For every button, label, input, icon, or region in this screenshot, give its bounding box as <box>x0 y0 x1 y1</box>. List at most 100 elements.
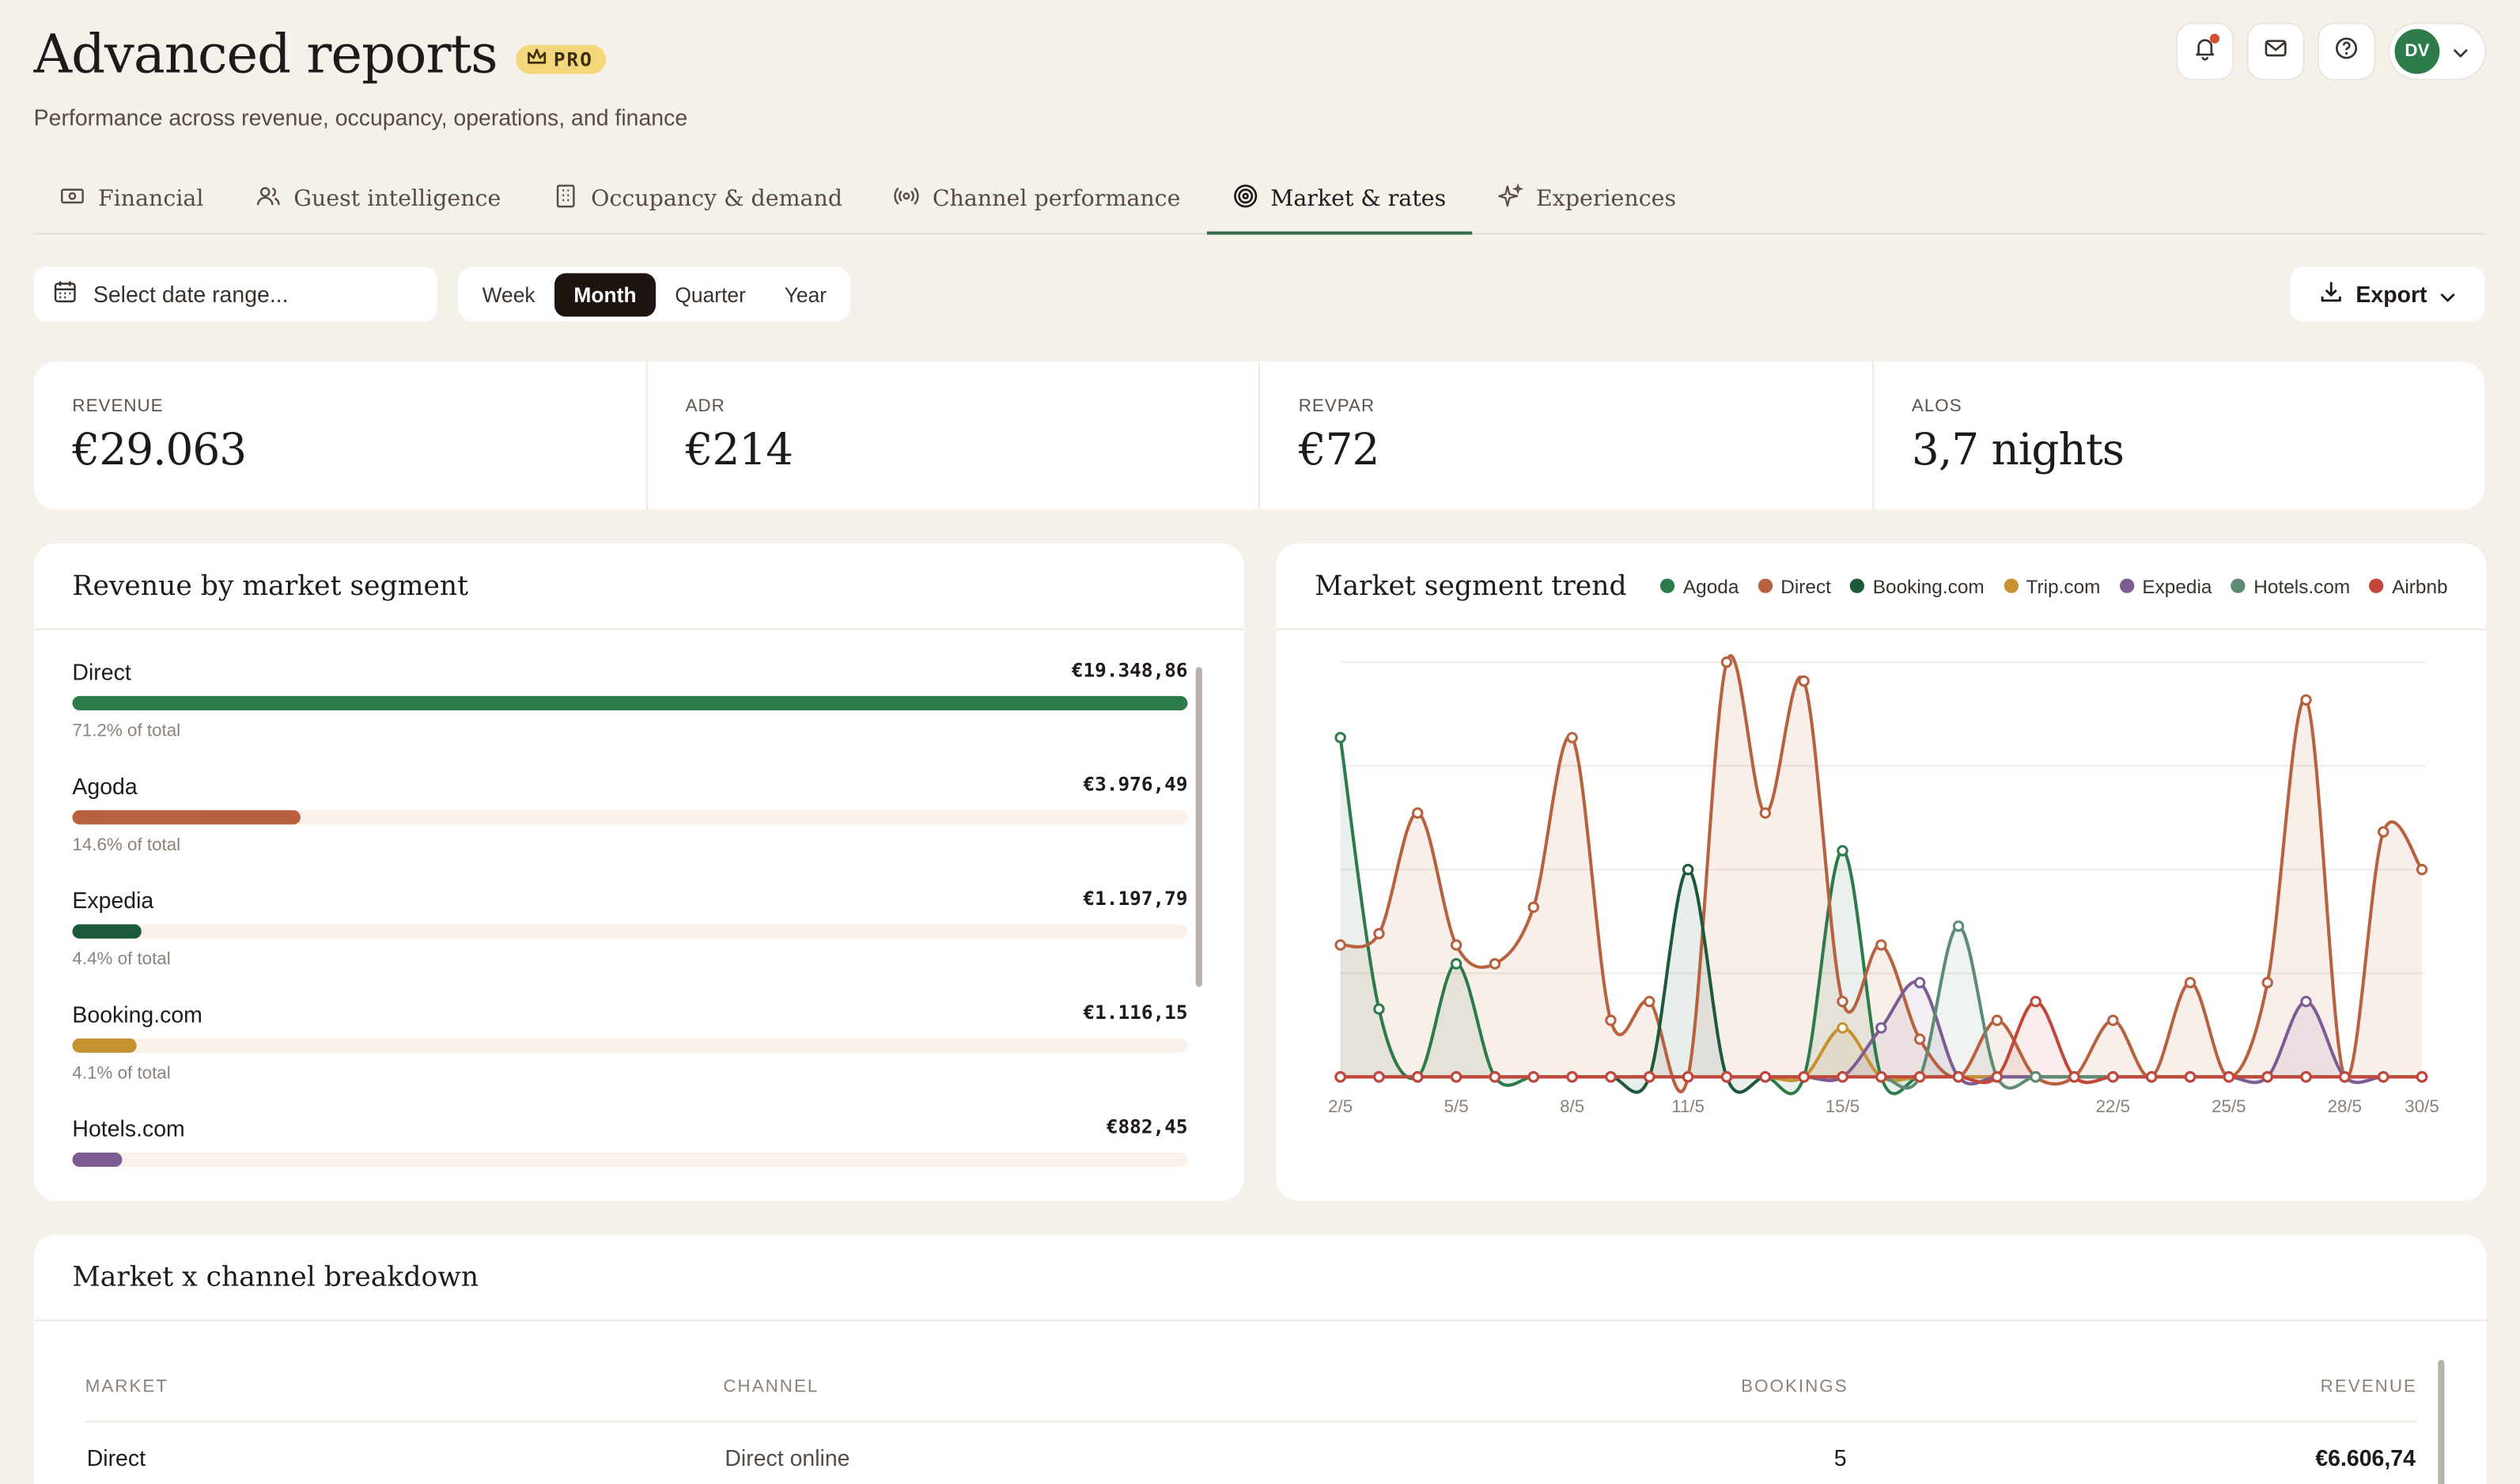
table-row[interactable]: Direct Direct online 5 €6.606,74 <box>85 1421 2417 1484</box>
data-point[interactable] <box>2145 1071 2158 1083</box>
data-point[interactable] <box>1605 1071 1617 1083</box>
data-point[interactable] <box>1489 958 1501 970</box>
data-point[interactable] <box>1991 1014 2004 1027</box>
data-point[interactable] <box>1644 1071 1655 1083</box>
data-point[interactable] <box>1798 1071 1810 1083</box>
legend-item[interactable]: Hotels.com <box>2231 574 2350 597</box>
data-point[interactable] <box>1450 939 1462 951</box>
data-point[interactable] <box>1759 807 1772 819</box>
tab-occupancy-demand[interactable]: Occupancy & demand <box>527 167 868 231</box>
data-point[interactable] <box>1913 1071 1926 1083</box>
data-point[interactable] <box>2107 1014 2119 1027</box>
data-point[interactable] <box>1450 1071 1462 1083</box>
data-point[interactable] <box>1412 1071 1424 1083</box>
data-point[interactable] <box>1913 1033 1926 1045</box>
column-header-channel[interactable]: CHANNEL <box>723 1353 1430 1422</box>
data-point[interactable] <box>1759 1071 1772 1083</box>
period-month[interactable]: Month <box>554 272 656 316</box>
legend-item[interactable]: Expedia <box>2119 574 2212 597</box>
data-point[interactable] <box>1875 1022 1887 1034</box>
data-point[interactable] <box>2184 977 2196 989</box>
data-point[interactable] <box>1412 807 1424 819</box>
data-point[interactable] <box>1952 920 1965 932</box>
data-point[interactable] <box>1991 1071 2004 1083</box>
data-point[interactable] <box>1334 732 1346 744</box>
data-point[interactable] <box>2378 826 2389 838</box>
tab-market-rates[interactable]: Market & rates <box>1205 167 1472 235</box>
segment-revenue-card: Revenue by market segment Direct €19.348,… <box>33 543 1244 1201</box>
data-point[interactable] <box>1566 1071 1578 1083</box>
data-point[interactable] <box>2261 1071 2273 1083</box>
data-point[interactable] <box>1566 732 1578 744</box>
breakdown-scrollbar[interactable] <box>2438 1359 2445 1484</box>
export-button[interactable]: Export <box>2290 267 2485 322</box>
period-week[interactable]: Week <box>463 272 554 316</box>
data-point[interactable] <box>2300 995 2312 1008</box>
data-point[interactable] <box>1605 1014 1617 1027</box>
data-point[interactable] <box>2378 1071 2389 1083</box>
data-point[interactable] <box>1373 1003 1385 1015</box>
data-point[interactable] <box>1527 1071 1539 1083</box>
data-point[interactable] <box>1644 995 1655 1008</box>
period-year[interactable]: Year <box>765 272 846 316</box>
segment-amount: €3.976,49 <box>1083 773 1188 796</box>
legend-item[interactable]: Booking.com <box>1850 574 1985 597</box>
legend-item[interactable]: Direct <box>1758 574 1831 597</box>
legend-item[interactable]: Trip.com <box>2004 574 2100 597</box>
period-quarter[interactable]: Quarter <box>656 272 765 316</box>
help-button[interactable] <box>2319 24 2374 79</box>
data-point[interactable] <box>1450 958 1462 970</box>
data-point[interactable] <box>1720 1071 1733 1083</box>
card-title: Market x channel breakdown <box>72 1261 479 1293</box>
data-point[interactable] <box>1952 1071 1965 1083</box>
data-point[interactable] <box>2107 1071 2119 1083</box>
tab-experiences[interactable]: Experiences <box>1472 167 1702 231</box>
data-point[interactable] <box>1837 1022 1848 1034</box>
messages-button[interactable] <box>2248 24 2303 79</box>
data-point[interactable] <box>1527 901 1539 914</box>
tab-guest-intelligence[interactable]: Guest intelligence <box>229 167 527 231</box>
legend-item[interactable]: Agoda <box>1660 574 1739 597</box>
data-point[interactable] <box>1875 1071 1887 1083</box>
notifications-button[interactable] <box>2178 24 2233 79</box>
data-point[interactable] <box>1837 845 1848 857</box>
data-point[interactable] <box>2416 1071 2428 1083</box>
data-point[interactable] <box>2068 1071 2080 1083</box>
data-point[interactable] <box>2300 694 2312 706</box>
data-point[interactable] <box>1489 1071 1501 1083</box>
tab-label: Experiences <box>1536 186 1677 213</box>
data-point[interactable] <box>1334 1071 1346 1083</box>
data-point[interactable] <box>1334 939 1346 951</box>
data-point[interactable] <box>1837 1071 1848 1083</box>
data-point[interactable] <box>2416 864 2428 876</box>
legend-label: Expedia <box>2142 574 2212 597</box>
column-header-revenue[interactable]: REVENUE <box>1848 1353 2417 1422</box>
date-range-input[interactable]: Select date range... <box>33 267 437 322</box>
data-point[interactable] <box>2184 1071 2196 1083</box>
data-point[interactable] <box>2300 1071 2312 1083</box>
data-point[interactable] <box>2261 977 2273 989</box>
data-point[interactable] <box>1720 656 1733 668</box>
user-menu[interactable]: DV <box>2389 24 2485 79</box>
column-header-bookings[interactable]: BOOKINGS <box>1430 1353 1848 1422</box>
column-header-market[interactable]: MARKET <box>85 1353 724 1422</box>
kpi-label: REVPAR <box>1298 396 1375 417</box>
tab-channel-performance[interactable]: Channel performance <box>868 167 1206 231</box>
tab-label: Guest intelligence <box>293 186 501 213</box>
data-point[interactable] <box>1798 675 1810 687</box>
data-point[interactable] <box>1373 928 1385 940</box>
data-point[interactable] <box>1682 1071 1694 1083</box>
page-subtitle: Performance across revenue, occupancy, o… <box>33 104 688 131</box>
data-point[interactable] <box>1875 939 1887 951</box>
data-point[interactable] <box>2030 995 2041 1008</box>
tab-financial[interactable]: Financial <box>34 167 229 231</box>
data-point[interactable] <box>1682 864 1694 876</box>
data-point[interactable] <box>2030 1071 2041 1083</box>
data-point[interactable] <box>1373 1071 1385 1083</box>
data-point[interactable] <box>2223 1071 2235 1083</box>
data-point[interactable] <box>1913 977 1926 989</box>
segment-list-scrollbar[interactable] <box>1195 667 1202 987</box>
data-point[interactable] <box>1837 995 1848 1008</box>
data-point[interactable] <box>2339 1071 2351 1083</box>
legend-item[interactable]: Airbnb <box>2369 574 2448 597</box>
